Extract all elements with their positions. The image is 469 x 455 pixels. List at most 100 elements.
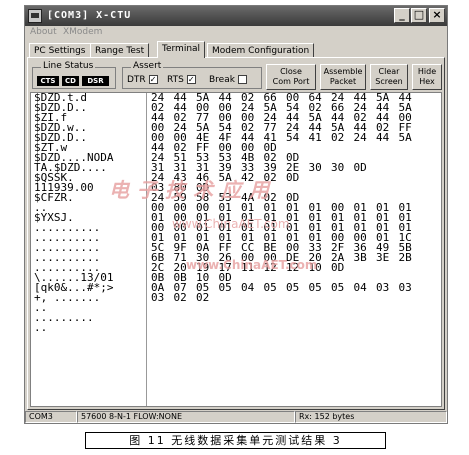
hex-byte: 05 <box>308 281 322 294</box>
hex-byte: 3E <box>376 251 390 264</box>
assemble-packet-line2: Packet <box>329 77 357 86</box>
status-settings: 57600 8-N-1 FLOW:NONE <box>77 411 295 423</box>
rts-label: RTS <box>167 75 184 85</box>
hex-byte: 0D <box>286 171 300 184</box>
tab-modem-configuration[interactable]: Modem Configuration <box>207 43 315 57</box>
menu-xmodem[interactable]: XModem <box>63 27 102 37</box>
title-bar[interactable]: [COM3] X-CTU _ □ × <box>25 6 447 26</box>
break-check-icon[interactable] <box>237 75 247 84</box>
cts-indicator: CTS <box>37 76 59 86</box>
assert-group: Assert DTR ✓ RTS ✓ Break <box>122 61 262 89</box>
ascii-line: $DZD.D.. <box>34 133 87 143</box>
ascii-line: .......... <box>34 263 101 273</box>
watermark-url: www.ChinaAET.com <box>186 258 318 272</box>
ascii-line: .......... <box>34 223 101 233</box>
line-status-title: Line Status <box>41 61 96 71</box>
ascii-line: TA.$DZD.... <box>34 163 107 173</box>
hide-hex-line1: Hide <box>417 67 437 76</box>
ascii-line: +, ....... <box>34 293 101 303</box>
hex-byte: 02 <box>173 291 187 304</box>
app-icon <box>28 9 42 23</box>
hex-byte: 0D <box>331 261 345 274</box>
terminal-output[interactable]: $DZD.t.d $DZD.D.. $ZI.f $DZD.w.. $DZD.D.. $ZT… <box>30 92 442 407</box>
hex-byte: 05 <box>286 281 300 294</box>
hide-hex-line2: Hex <box>419 77 435 86</box>
ascii-line: [qk0&...#*;> <box>34 283 114 293</box>
hex-byte: 02 <box>196 291 210 304</box>
close-icon[interactable]: × <box>429 8 445 23</box>
dtr-label: DTR <box>127 75 146 85</box>
hex-byte: 30 <box>331 161 345 174</box>
close-com-port-button[interactable]: Close Com Port <box>266 64 316 90</box>
minimize-icon[interactable]: _ <box>394 8 410 23</box>
close-com-port-line2: Com Port <box>272 77 310 86</box>
ascii-line: .. <box>34 303 48 313</box>
rts-check-icon[interactable]: ✓ <box>186 75 196 84</box>
hex-byte: 5A <box>398 131 412 144</box>
hex-byte: 30 <box>308 161 322 174</box>
hex-byte: 03 <box>151 291 165 304</box>
ascii-line: .. <box>34 323 48 333</box>
ascii-line: $DZD.w.. <box>34 123 87 133</box>
ascii-line: \......13/01 <box>34 273 114 283</box>
rts-checkbox[interactable]: RTS ✓ <box>167 75 196 85</box>
clear-screen-line1: Clear <box>378 67 400 76</box>
watermark-subtext: www.ChinaAET.com <box>172 217 290 231</box>
figure-caption: 图 11 无线数据采集单元测试结果 3 <box>85 432 386 449</box>
ascii-line: $ZT.w <box>34 143 68 153</box>
ascii-line: .......... <box>34 253 101 263</box>
maximize-icon[interactable]: □ <box>411 8 427 23</box>
hex-byte: 05 <box>331 281 345 294</box>
ascii-line: $DZD....NODA <box>34 153 114 163</box>
break-checkbox[interactable]: Break <box>209 75 247 85</box>
line-status-group: Line Status CTS CD DSR <box>32 61 116 89</box>
hex-byte: 05 <box>218 281 232 294</box>
ascii-line: ......... <box>34 313 94 323</box>
clear-screen-button[interactable]: Clear Screen <box>370 64 408 90</box>
ascii-line: .. <box>34 203 48 213</box>
hex-byte: 24 <box>353 131 367 144</box>
tab-range-test[interactable]: Range Test <box>90 43 150 57</box>
hex-byte: 02 <box>331 131 345 144</box>
dsr-indicator: DSR <box>82 76 109 86</box>
hex-byte: 41 <box>308 131 322 144</box>
dtr-check-icon[interactable]: ✓ <box>148 75 158 84</box>
menu-about[interactable]: About <box>30 27 57 37</box>
ascii-line: $DZD.t.d <box>34 93 87 103</box>
hex-line: 00 00 4E 4F 44 41 54 41 02 24 44 5A <box>151 131 441 144</box>
terminal-panel: Line Status CTS CD DSR Assert DTR ✓ RTS … <box>27 57 445 410</box>
ascii-line: .......... <box>34 243 101 253</box>
hex-byte: 04 <box>241 281 255 294</box>
hex-byte: 3B <box>353 251 367 264</box>
window-title: [COM3] X-CTU <box>47 10 132 21</box>
hex-byte: 05 <box>263 281 277 294</box>
tab-terminal[interactable]: Terminal <box>157 41 206 58</box>
tab-pc-settings[interactable]: PC Settings <box>29 43 91 57</box>
assert-title: Assert <box>131 61 164 71</box>
hex-byte: 04 <box>353 281 367 294</box>
xctu-window: [COM3] X-CTU _ □ × About XModem PC Setti… <box>24 5 448 424</box>
dtr-checkbox[interactable]: DTR ✓ <box>127 75 158 85</box>
status-port: COM3 <box>25 411 77 423</box>
menu-bar: About XModem <box>25 26 447 40</box>
ascii-line: $ZI.f <box>34 113 68 123</box>
break-label: Break <box>209 75 235 85</box>
tab-strip: PC Settings Range Test Terminal Modem Co… <box>27 41 445 58</box>
hex-byte: 0D <box>353 161 367 174</box>
ascii-pane[interactable]: $DZD.t.d $DZD.D.. $ZI.f $DZD.w.. $DZD.D.. $ZT… <box>31 93 147 406</box>
status-rx: Rx: 152 bytes <box>295 411 447 423</box>
ascii-line: .......... <box>34 233 101 243</box>
assemble-packet-button[interactable]: Assemble Packet <box>320 64 366 90</box>
ascii-line: $DZD.D.. <box>34 103 87 113</box>
close-com-port-line1: Close <box>280 67 302 76</box>
watermark-logo: 电子技术应用 <box>109 178 277 202</box>
hex-line: 0A 07 05 05 04 05 05 05 05 04 03 03 <box>151 281 441 294</box>
ascii-line: $YXSJ. <box>34 213 74 223</box>
hex-byte: 2B <box>398 251 412 264</box>
hex-line: 03 02 02 <box>151 291 441 304</box>
hide-hex-button[interactable]: Hide Hex <box>412 64 442 90</box>
hex-byte: 03 <box>398 281 412 294</box>
clear-screen-line2: Screen <box>375 77 403 86</box>
status-bar: COM3 57600 8-N-1 FLOW:NONE Rx: 152 bytes <box>25 411 447 423</box>
hex-byte: 54 <box>286 131 300 144</box>
